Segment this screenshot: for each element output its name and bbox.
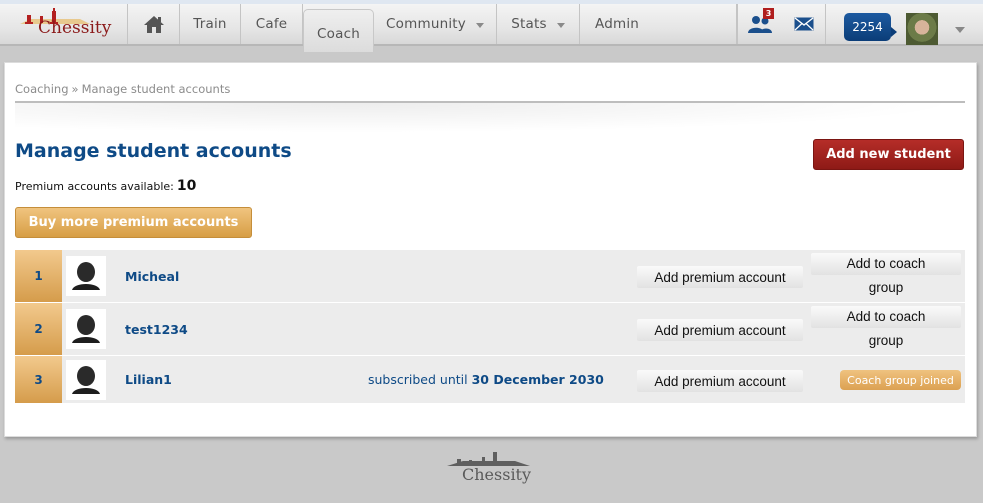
student-rank: 3 [15, 356, 62, 403]
coach-group-joined-badge: Coach group joined [840, 370, 961, 390]
add-premium-account-button[interactable]: Add premium account [637, 266, 803, 288]
add-new-student-button[interactable]: Add new student [813, 139, 964, 170]
user-avatar[interactable] [906, 13, 938, 45]
nav-train-label: Train [193, 16, 227, 32]
rating-value: 2254 [852, 20, 883, 34]
messages-button[interactable] [790, 4, 818, 44]
user-silhouette-icon [72, 262, 100, 290]
chevron-down-icon [475, 22, 484, 28]
student-row: 2 test1234 Add premium account Add to co… [15, 303, 965, 356]
premium-available-label: Premium accounts available: [15, 180, 174, 193]
subscription-status: subscribed until 30 December 2030 [368, 356, 604, 403]
header-shade [15, 103, 965, 133]
add-to-coach-group-button[interactable]: Add to coach [811, 306, 961, 328]
nav-coach-label: Coach [317, 26, 360, 42]
nav-stats-label: Stats [511, 16, 547, 32]
student-row: 3 Lilian1 subscribed until 30 December 20… [15, 356, 965, 404]
buy-more-premium-button[interactable]: Buy more premium accounts [15, 207, 252, 238]
student-row: 1 Micheal Add premium account Add to coa… [15, 250, 965, 303]
nav-admin-label: Admin [595, 16, 640, 32]
envelope-icon [794, 17, 814, 31]
student-avatar[interactable] [66, 309, 106, 349]
caret-down-icon[interactable] [955, 27, 965, 33]
top-navigation: Chessity Train Cafe Coach Community Stat… [0, 0, 983, 52]
premium-available-count: 10 [176, 178, 197, 194]
nav-train[interactable]: Train [180, 4, 241, 44]
main-panel: Coaching» Manage student accounts Manage … [4, 62, 977, 437]
footer-logo-text: Chessity [462, 465, 532, 484]
student-name[interactable]: Lilian1 [125, 356, 172, 403]
subscription-prefix: subscribed until [368, 372, 468, 387]
subscription-date: 30 December 2030 [471, 372, 604, 387]
add-premium-account-button[interactable]: Add premium account [637, 370, 803, 392]
footer-logo: Chessity [445, 450, 535, 490]
nav-divider [737, 4, 738, 44]
chevron-down-icon [556, 22, 565, 28]
add-premium-account-button[interactable]: Add premium account [637, 319, 803, 341]
student-avatar[interactable] [66, 360, 106, 400]
student-rank: 2 [15, 303, 62, 355]
student-name[interactable]: Micheal [125, 250, 179, 302]
nav-community[interactable]: Community [374, 4, 497, 44]
add-to-coach-group-button-line2[interactable]: group [811, 277, 961, 299]
student-name[interactable]: test1234 [125, 303, 188, 355]
student-rank: 1 [15, 250, 62, 302]
add-to-coach-group-button[interactable]: Add to coach [811, 253, 961, 275]
home-icon [144, 16, 164, 33]
add-to-coach-group-button-line2[interactable]: group [811, 330, 961, 352]
nav-cafe[interactable]: Cafe [241, 4, 303, 44]
user-silhouette-icon [72, 315, 100, 343]
nav-divider [825, 4, 826, 44]
student-avatar[interactable] [66, 256, 106, 296]
student-list: 1 Micheal Add premium account Add to coa… [15, 250, 965, 404]
friend-requests-badge: 3 [763, 8, 774, 19]
breadcrumb-separator: » [71, 82, 79, 96]
nav-cafe-label: Cafe [255, 16, 288, 32]
page-title: Manage student accounts [15, 140, 292, 162]
nav-admin[interactable]: Admin [580, 4, 737, 44]
breadcrumb-coaching[interactable]: Coaching [15, 82, 69, 96]
nav-stats[interactable]: Stats [497, 4, 580, 44]
nav-community-label: Community [386, 16, 466, 32]
premium-accounts-available: Premium accounts available: 10 [15, 178, 196, 194]
nav-coach[interactable]: Coach [303, 9, 374, 52]
breadcrumb-current: Manage student accounts [81, 82, 231, 96]
breadcrumb: Coaching» Manage student accounts [15, 82, 230, 96]
logo-text: Chessity [38, 18, 112, 38]
user-silhouette-icon [72, 366, 100, 394]
chessity-logo[interactable]: Chessity [0, 4, 128, 44]
nav-home[interactable] [129, 4, 180, 44]
rating-badge[interactable]: 2254 [844, 13, 897, 41]
